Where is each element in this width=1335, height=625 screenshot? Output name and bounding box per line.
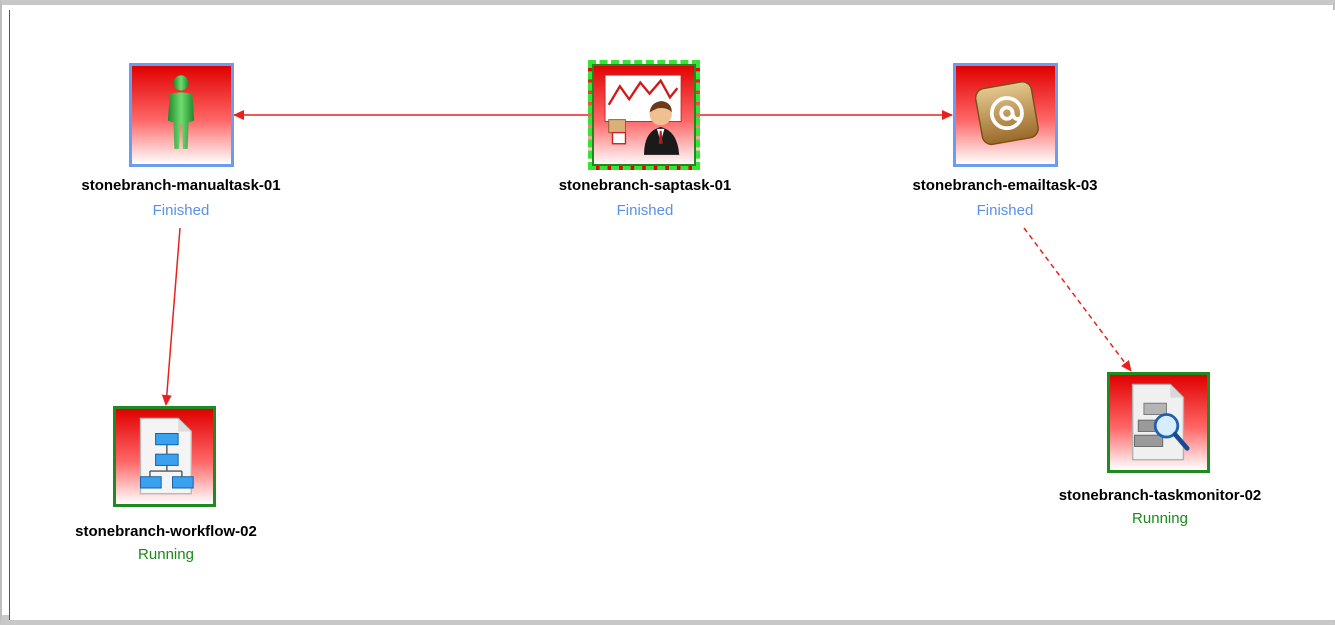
workflow-canvas[interactable]: stonebranch-manualtask-01 Finished stone…	[9, 10, 1335, 620]
email-at-icon	[974, 81, 1039, 146]
node-manualtask-label: stonebranch-manualtask-01	[81, 177, 281, 194]
node-workflow-label: stonebranch-workflow-02	[75, 523, 257, 540]
person-icon	[167, 75, 195, 149]
edge-manualtask-to-workflow[interactable]	[161, 227, 181, 406]
node-emailtask-status: Finished	[976, 202, 1034, 219]
node-taskmonitor-status: Running	[1132, 510, 1188, 527]
node-saptask-status: Finished	[616, 202, 674, 219]
node-saptask-label: stonebranch-saptask-01	[558, 177, 732, 194]
node-taskmonitor-box[interactable]	[1107, 372, 1210, 473]
node-workflow-status: Running	[138, 546, 194, 563]
workflow-document-icon	[139, 417, 194, 495]
node-manualtask-status: Finished	[152, 202, 210, 219]
node-saptask-box[interactable]	[588, 60, 700, 170]
diagram-frame: stonebranch-manualtask-01 Finished stone…	[0, 0, 1335, 625]
node-workflow-box[interactable]	[113, 406, 216, 507]
node-emailtask-label: stonebranch-emailtask-03	[912, 177, 1098, 194]
edge-emailtask-to-taskmonitor[interactable]	[1023, 227, 1132, 372]
node-taskmonitor-label: stonebranch-taskmonitor-02	[1058, 487, 1262, 504]
node-emailtask-box[interactable]	[953, 63, 1058, 167]
sap-businessman-icon	[604, 74, 682, 155]
task-monitor-magnifier-icon	[1131, 383, 1190, 461]
node-manualtask-box[interactable]	[129, 63, 234, 167]
